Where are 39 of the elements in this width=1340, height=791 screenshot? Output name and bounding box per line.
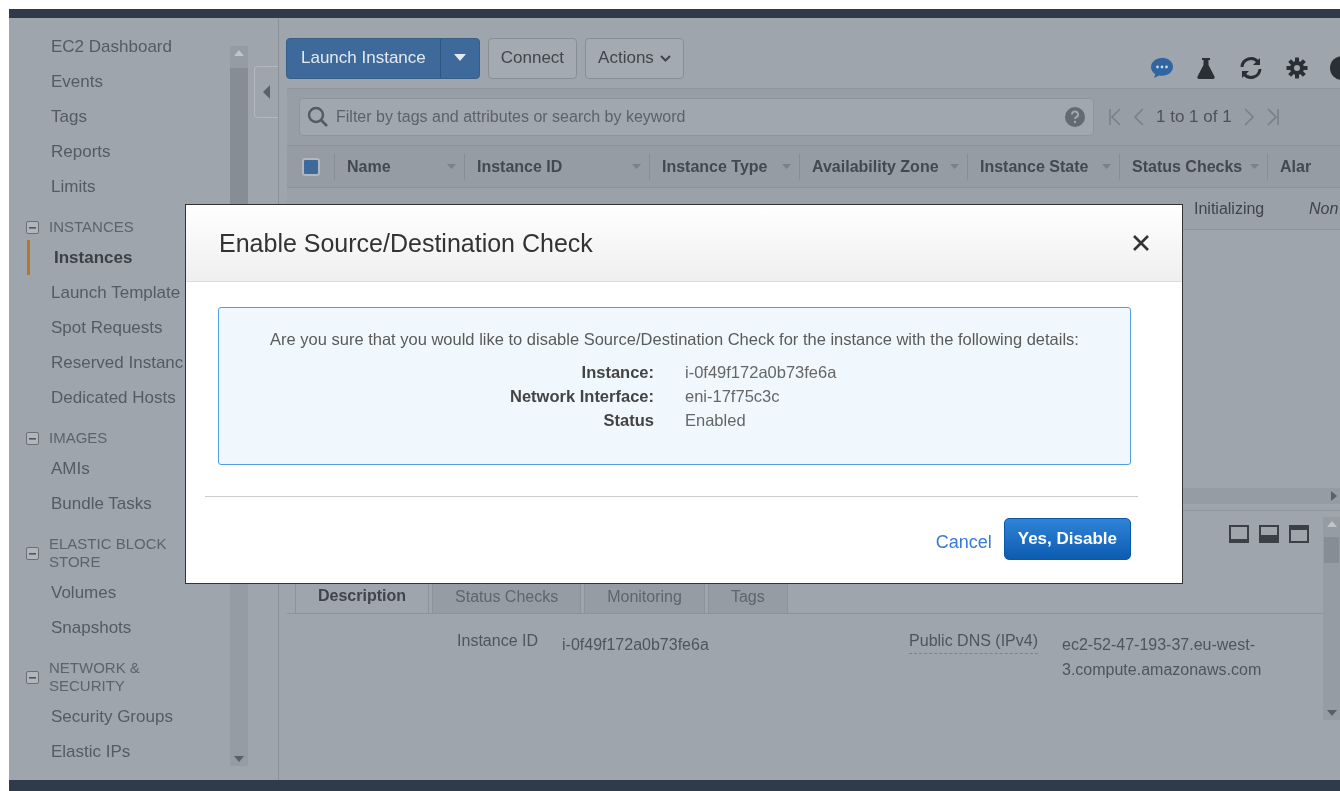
column-header[interactable]: Instance ID (464, 153, 649, 180)
column-header[interactable]: Availability Zone (799, 153, 967, 180)
field-label: Public DNS (IPv4) (909, 632, 1038, 654)
connect-button[interactable]: Connect (487, 37, 578, 79)
search-field[interactable]: Filter by tags and attributes or search by keyword (299, 98, 1094, 136)
section-heading: INSTANCES (49, 218, 135, 236)
detail-value: Enabled (685, 411, 747, 430)
sidebar-item[interactable]: EC2 Dashboard (9, 29, 230, 64)
detail-value: eni-17f75c3c (685, 387, 781, 406)
column-header[interactable]: Alar (1267, 153, 1327, 180)
section-heading: IMAGES (49, 429, 109, 447)
confirm-button[interactable]: Yes, Disable (1003, 518, 1131, 560)
launch-button[interactable]: Launch Instance (287, 38, 441, 78)
actions-button[interactable]: Actions (585, 37, 684, 79)
field-value: ec2-52-47-193-37.eu-west-3.compute.amazonaws.com (1062, 635, 1263, 680)
sidebar-item[interactable]: Tags (9, 99, 230, 134)
detail-label: Status (602, 411, 654, 430)
sidebar-item[interactable]: Snapshots (9, 610, 230, 645)
cancel-link[interactable]: Cancel (935, 525, 992, 553)
detail-label: Instance: (580, 363, 654, 382)
page-range: 1 to 1 of 1 (1156, 107, 1232, 127)
dialog-message: Are you sure that you would like to disable Source/Destination Check for the instance with the following details: (270, 330, 1079, 349)
detail-label: Network Interface: (509, 387, 654, 406)
field-label: Instance ID (456, 632, 539, 651)
sidebar-item[interactable]: Elastic IPs (9, 734, 230, 769)
sidebar-item[interactable]: Reports (9, 134, 230, 169)
column-header[interactable]: Instance State (967, 153, 1119, 180)
column-header[interactable]: Status Checks (1119, 153, 1267, 180)
sidebar-item[interactable]: Security Groups (9, 699, 230, 734)
column-header[interactable]: Instance Type (649, 153, 799, 180)
section-heading: ELASTIC BLOCK STORE (49, 535, 168, 571)
sidebar-item[interactable]: Limits (9, 169, 230, 204)
section-heading: NETWORK & SECURITY (49, 659, 141, 695)
field-value: i-0f49f172a0b73fe6a (562, 635, 710, 655)
detail-value: i-0f49f172a0b73fe6a (685, 363, 838, 382)
sidebar-item[interactable]: Events (9, 64, 230, 99)
column-header[interactable]: Name (334, 153, 464, 180)
table-cell-text: Initializing (1193, 199, 1266, 218)
sidebar-item[interactable]: Volumes (9, 575, 230, 610)
